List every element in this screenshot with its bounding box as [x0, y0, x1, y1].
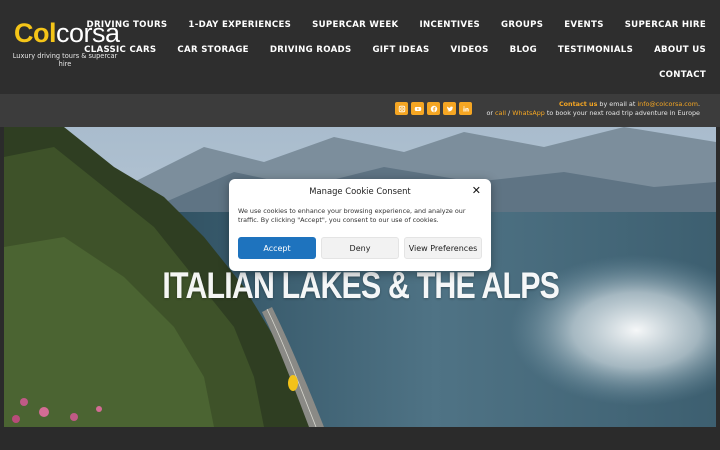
- nav-supercar-week[interactable]: SUPERCAR WEEK: [312, 20, 398, 30]
- close-icon[interactable]: ✕: [472, 184, 481, 197]
- nav-contact[interactable]: CONTACT: [659, 70, 706, 80]
- main-nav: DRIVING TOURS 1-DAY EXPERIENCES SUPERCAR…: [84, 12, 706, 87]
- contact-line-1: Contact us by email at info@colcorsa.com…: [486, 100, 700, 109]
- nav-car-storage[interactable]: CAR STORAGE: [177, 45, 248, 55]
- whatsapp-link[interactable]: WhatsApp: [512, 109, 545, 117]
- nav-row-3: CONTACT: [126, 62, 706, 87]
- contact-strip: Contact us by email at info@colcorsa.com…: [0, 94, 720, 127]
- hero-title: ITALIAN LAKES & THE ALPS: [162, 265, 560, 306]
- logo-col: Col: [14, 18, 57, 48]
- contact-us-link[interactable]: Contact us: [559, 100, 597, 108]
- cookie-modal-title: Manage Cookie Consent: [309, 186, 411, 196]
- youtube-icon[interactable]: [411, 102, 424, 115]
- nav-driving-tours[interactable]: DRIVING TOURS: [87, 20, 168, 30]
- nav-supercar-hire[interactable]: SUPERCAR HIRE: [625, 20, 706, 30]
- accept-button[interactable]: Accept: [238, 237, 316, 259]
- contact-by-email-text: by email at: [597, 100, 638, 108]
- cookie-consent-modal: Manage Cookie Consent ✕ We use cookies t…: [229, 179, 491, 271]
- nav-blog[interactable]: BLOG: [510, 45, 537, 55]
- site-header: Colcorsa Luxury driving tours & supercar…: [0, 0, 720, 94]
- twitter-icon[interactable]: [443, 102, 456, 115]
- nav-about-us[interactable]: ABOUT US: [654, 45, 706, 55]
- contact-or-text: or: [486, 108, 496, 117]
- nav-row-1: DRIVING TOURS 1-DAY EXPERIENCES SUPERCAR…: [87, 12, 706, 37]
- nav-row-2: CLASSIC CARS CAR STORAGE DRIVING ROADS G…: [84, 37, 706, 62]
- nav-incentives[interactable]: INCENTIVES: [419, 20, 480, 30]
- nav-classic-cars[interactable]: CLASSIC CARS: [84, 45, 156, 55]
- facebook-icon[interactable]: [427, 102, 440, 115]
- view-preferences-button[interactable]: View Preferences: [404, 237, 482, 259]
- contact-period: .: [697, 100, 700, 108]
- page-bottom: [0, 427, 720, 450]
- deny-button[interactable]: Deny: [321, 237, 399, 259]
- nav-groups[interactable]: GROUPS: [501, 20, 543, 30]
- call-link[interactable]: call: [495, 109, 506, 117]
- instagram-icon[interactable]: [395, 102, 408, 115]
- social-links: [395, 102, 475, 115]
- nav-videos[interactable]: VIDEOS: [450, 45, 488, 55]
- nav-gift-ideas[interactable]: GIFT IDEAS: [372, 45, 429, 55]
- nav-driving-roads[interactable]: DRIVING ROADS: [270, 45, 352, 55]
- contact-info: Contact us by email at info@colcorsa.com…: [486, 100, 700, 117]
- nav-1-day-experiences[interactable]: 1-DAY EXPERIENCES: [188, 20, 291, 30]
- hero-banner: ITALIAN LAKES & THE ALPS: [4, 127, 716, 427]
- nav-testimonials[interactable]: TESTIMONIALS: [558, 45, 633, 55]
- email-link[interactable]: info@colcorsa.com: [637, 100, 698, 108]
- linkedin-icon[interactable]: [459, 102, 472, 115]
- contact-rest-text: to book your next road trip adventure in…: [544, 108, 700, 117]
- nav-events[interactable]: EVENTS: [564, 20, 603, 30]
- contact-line-2: or call / WhatsApp to book your next roa…: [486, 109, 700, 118]
- cookie-modal-body: We use cookies to enhance your browsing …: [238, 207, 466, 224]
